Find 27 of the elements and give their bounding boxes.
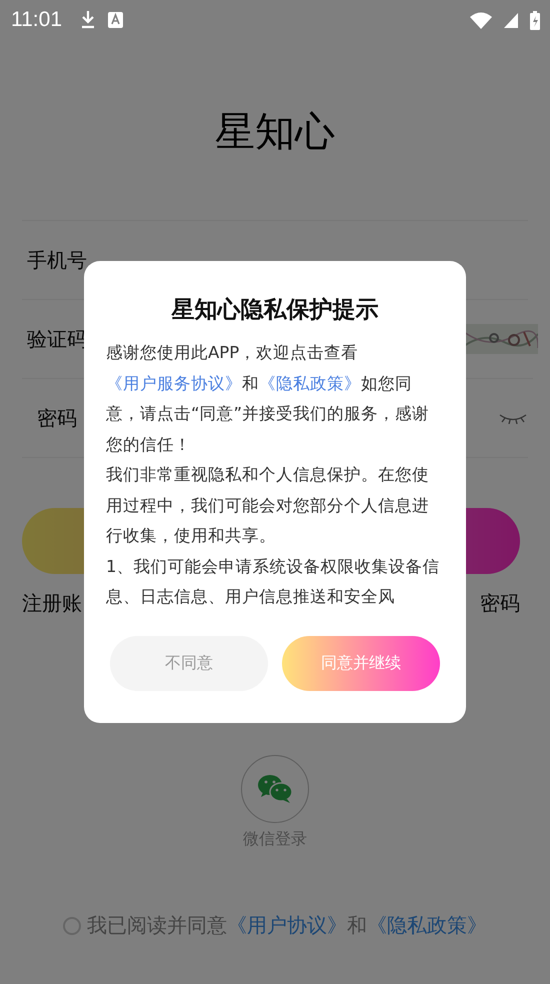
agreement-link[interactable]: 《隐私政策》 xyxy=(367,912,487,939)
keyboard-icon xyxy=(108,12,123,28)
dialog-title: 星知心隐私保护提示 xyxy=(170,296,380,325)
agreement-text: 和 xyxy=(347,912,367,939)
signal-icon xyxy=(504,12,518,28)
dialog-paragraph: 感谢您使用此APP，欢迎点击查看 《用户服务协议》和《隐私政策》如您同意，请点击“同意”并接受我们的服务，感谢您的信任！ xyxy=(106,342,430,456)
chat-bubbles-icon xyxy=(257,774,293,804)
agreement-link[interactable]: 《用户协议》 xyxy=(227,912,347,939)
policy-link[interactable]: 《隐私政策》 xyxy=(259,374,361,392)
agreement-text: 我已阅读并同意 xyxy=(87,912,227,939)
policy-link[interactable]: 《用户服务协议》 xyxy=(106,374,242,392)
field-label: 密码 xyxy=(37,404,77,432)
app-title: 星知心 xyxy=(214,108,336,157)
eye-closed-icon[interactable] xyxy=(498,412,528,424)
battery-icon xyxy=(530,10,540,30)
agree-button[interactable]: 同意并继续 xyxy=(282,636,440,691)
field-label: 手机号 xyxy=(27,246,87,274)
download-icon xyxy=(80,10,96,30)
status-time: 11:01 xyxy=(11,8,62,32)
wifi-icon xyxy=(470,12,492,28)
wechat-login-button[interactable] xyxy=(241,755,309,823)
dialog-paragraph: 1、我们可能会申请系统设备权限收集设备信息、日志信息、用户信息推送和安全风 xyxy=(106,556,440,608)
register-link[interactable]: 注册账 xyxy=(22,590,82,617)
dialog-paragraph: 我们非常重视隐私和个人信息保护。在您使用过程中，我们可能会对您部分个人信息进行收集，使用和共享。 xyxy=(106,464,430,547)
forgot-password-link[interactable]: 密码 xyxy=(480,590,520,617)
agreement-radio[interactable] xyxy=(63,916,81,934)
disagree-button[interactable]: 不同意 xyxy=(110,636,268,691)
